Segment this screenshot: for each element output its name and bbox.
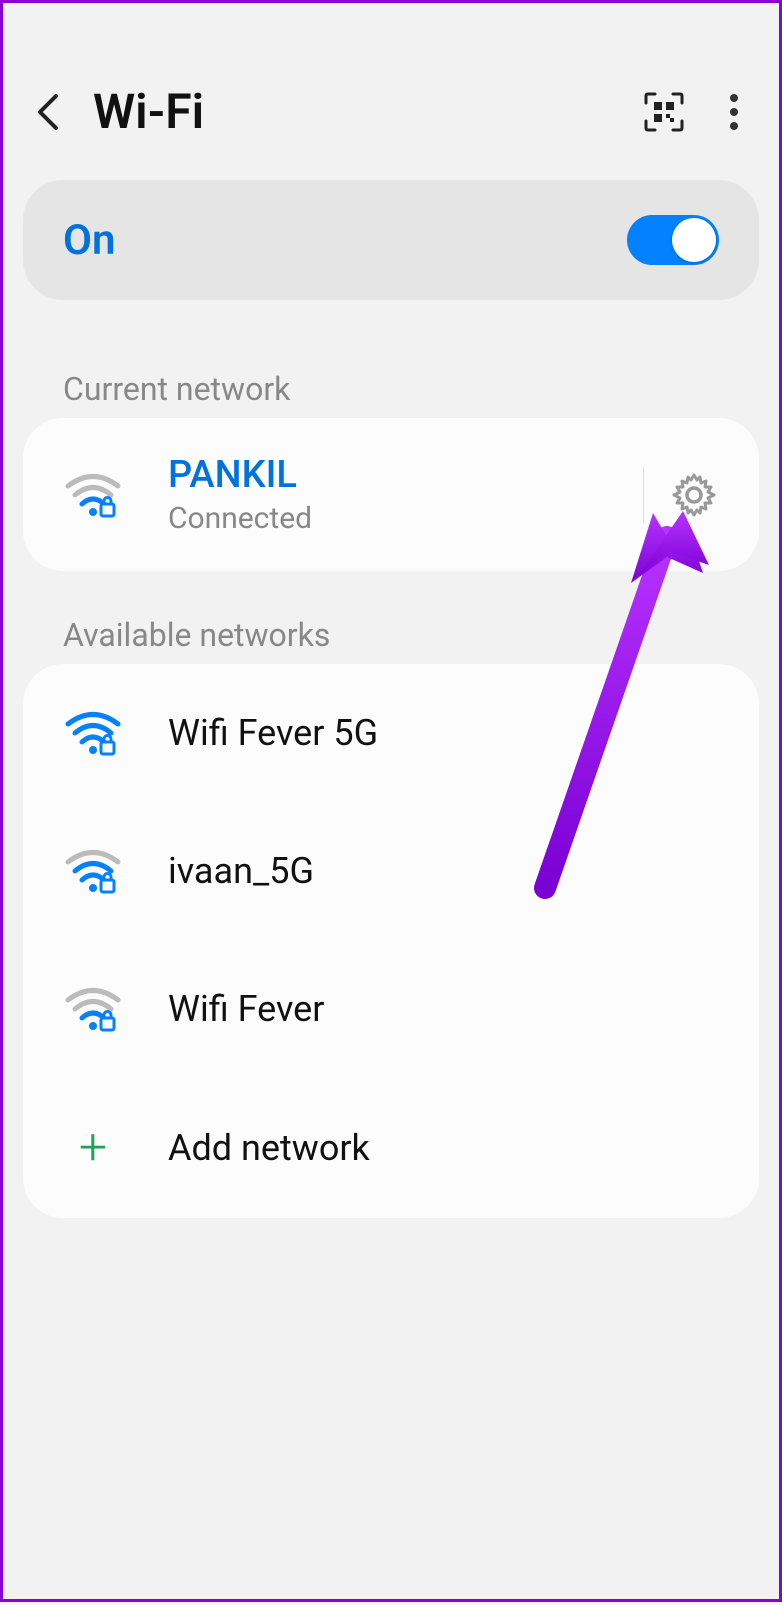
more-vertical-icon (729, 92, 739, 132)
current-network-row[interactable]: PANKIL Connected (23, 418, 759, 571)
wifi-signal-icon (63, 985, 123, 1033)
qr-scan-button[interactable] (639, 87, 689, 137)
network-settings-button[interactable] (669, 470, 719, 520)
network-name: PANKIL (168, 453, 633, 497)
wifi-signal-icon (63, 847, 123, 895)
available-networks-card: Wifi Fever 5G ivaan_5G (23, 664, 759, 1218)
switch-knob (672, 218, 716, 262)
network-name: ivaan_5G (168, 850, 719, 892)
gear-icon (670, 471, 718, 519)
current-network-label: Current network (23, 350, 759, 418)
network-name: Wifi Fever 5G (168, 712, 719, 754)
wifi-toggle-switch[interactable] (627, 215, 719, 265)
network-status: Connected (168, 501, 633, 536)
available-networks-label: Available networks (23, 596, 759, 664)
wifi-signal-icon (63, 471, 123, 519)
qr-code-icon (643, 91, 685, 133)
plus-icon: + (79, 1123, 107, 1173)
more-options-button[interactable] (709, 87, 759, 137)
wifi-toggle-card: On (23, 180, 759, 300)
add-network-row[interactable]: + Add network (23, 1078, 759, 1218)
chevron-left-icon (34, 92, 62, 132)
wifi-toggle-label: On (63, 216, 115, 265)
network-row[interactable]: Wifi Fever 5G (23, 664, 759, 802)
wifi-signal-icon (63, 709, 123, 757)
network-name: Wifi Fever (168, 988, 719, 1030)
network-row[interactable]: ivaan_5G (23, 802, 759, 940)
network-row[interactable]: Wifi Fever (23, 940, 759, 1078)
add-network-label: Add network (168, 1127, 719, 1169)
back-button[interactable] (23, 87, 73, 137)
current-network-card: PANKIL Connected (23, 418, 759, 571)
page-title: Wi-Fi (93, 83, 619, 140)
